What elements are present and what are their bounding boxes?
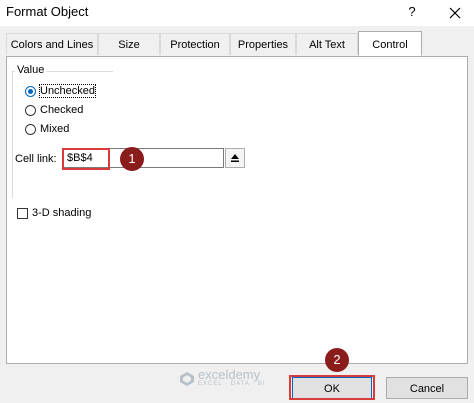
radio-unchecked-label: Unchecked	[38, 84, 97, 98]
shading-checkbox-row[interactable]: 3-D shading	[17, 207, 91, 219]
help-button[interactable]: ?	[402, 2, 422, 22]
shading-label: 3-D shading	[32, 207, 92, 219]
radio-mixed-label: Mixed	[40, 123, 70, 135]
tab-properties[interactable]: Properties	[230, 33, 296, 55]
control-tab-panel: Value Unchecked Checked Mixed Cell link:…	[6, 56, 468, 364]
cancel-button[interactable]: Cancel	[386, 377, 468, 399]
radio-unchecked[interactable]: Unchecked	[25, 83, 97, 99]
value-group-label: Value	[15, 64, 47, 76]
tab-control[interactable]: Control	[358, 31, 422, 56]
dialog-title: Format Object	[6, 4, 89, 19]
close-button[interactable]	[444, 2, 466, 24]
tab-colors-and-lines[interactable]: Colors and Lines	[6, 33, 98, 55]
watermark-name: exceldemy	[198, 367, 261, 382]
radio-mixed[interactable]: Mixed	[25, 121, 69, 137]
radio-checked-label: Checked	[40, 104, 84, 116]
tab-size[interactable]: Size	[98, 33, 160, 55]
tab-protection[interactable]: Protection	[160, 33, 230, 55]
title-bar: Format Object ?	[0, 0, 474, 26]
cell-link-label: Cell link:	[15, 153, 57, 165]
tab-alt-text[interactable]: Alt Text	[296, 33, 358, 55]
radio-button[interactable]	[25, 104, 36, 116]
ok-button[interactable]: OK	[292, 377, 372, 399]
radio-checked[interactable]: Checked	[25, 102, 83, 118]
radio-button-selected[interactable]	[25, 85, 36, 97]
format-object-dialog: Format Object ? Colors and Lines Size Pr…	[0, 0, 474, 403]
cell-link-collapse-button[interactable]	[225, 148, 245, 168]
exceldemy-logo-icon	[180, 371, 194, 386]
callout-badge-2: 2	[325, 348, 349, 372]
shading-checkbox[interactable]	[17, 207, 28, 219]
callout-badge-1: 1	[120, 147, 144, 171]
close-icon	[449, 7, 461, 19]
watermark-tagline: EXCEL · DATA · BI	[198, 381, 266, 387]
exceldemy-watermark: exceldemy EXCEL · DATA · BI	[180, 367, 266, 388]
tab-bar: Colors and Lines Size Protection Propert…	[6, 31, 468, 57]
arrow-up-collapse-icon	[231, 154, 239, 162]
radio-button[interactable]	[25, 123, 36, 135]
